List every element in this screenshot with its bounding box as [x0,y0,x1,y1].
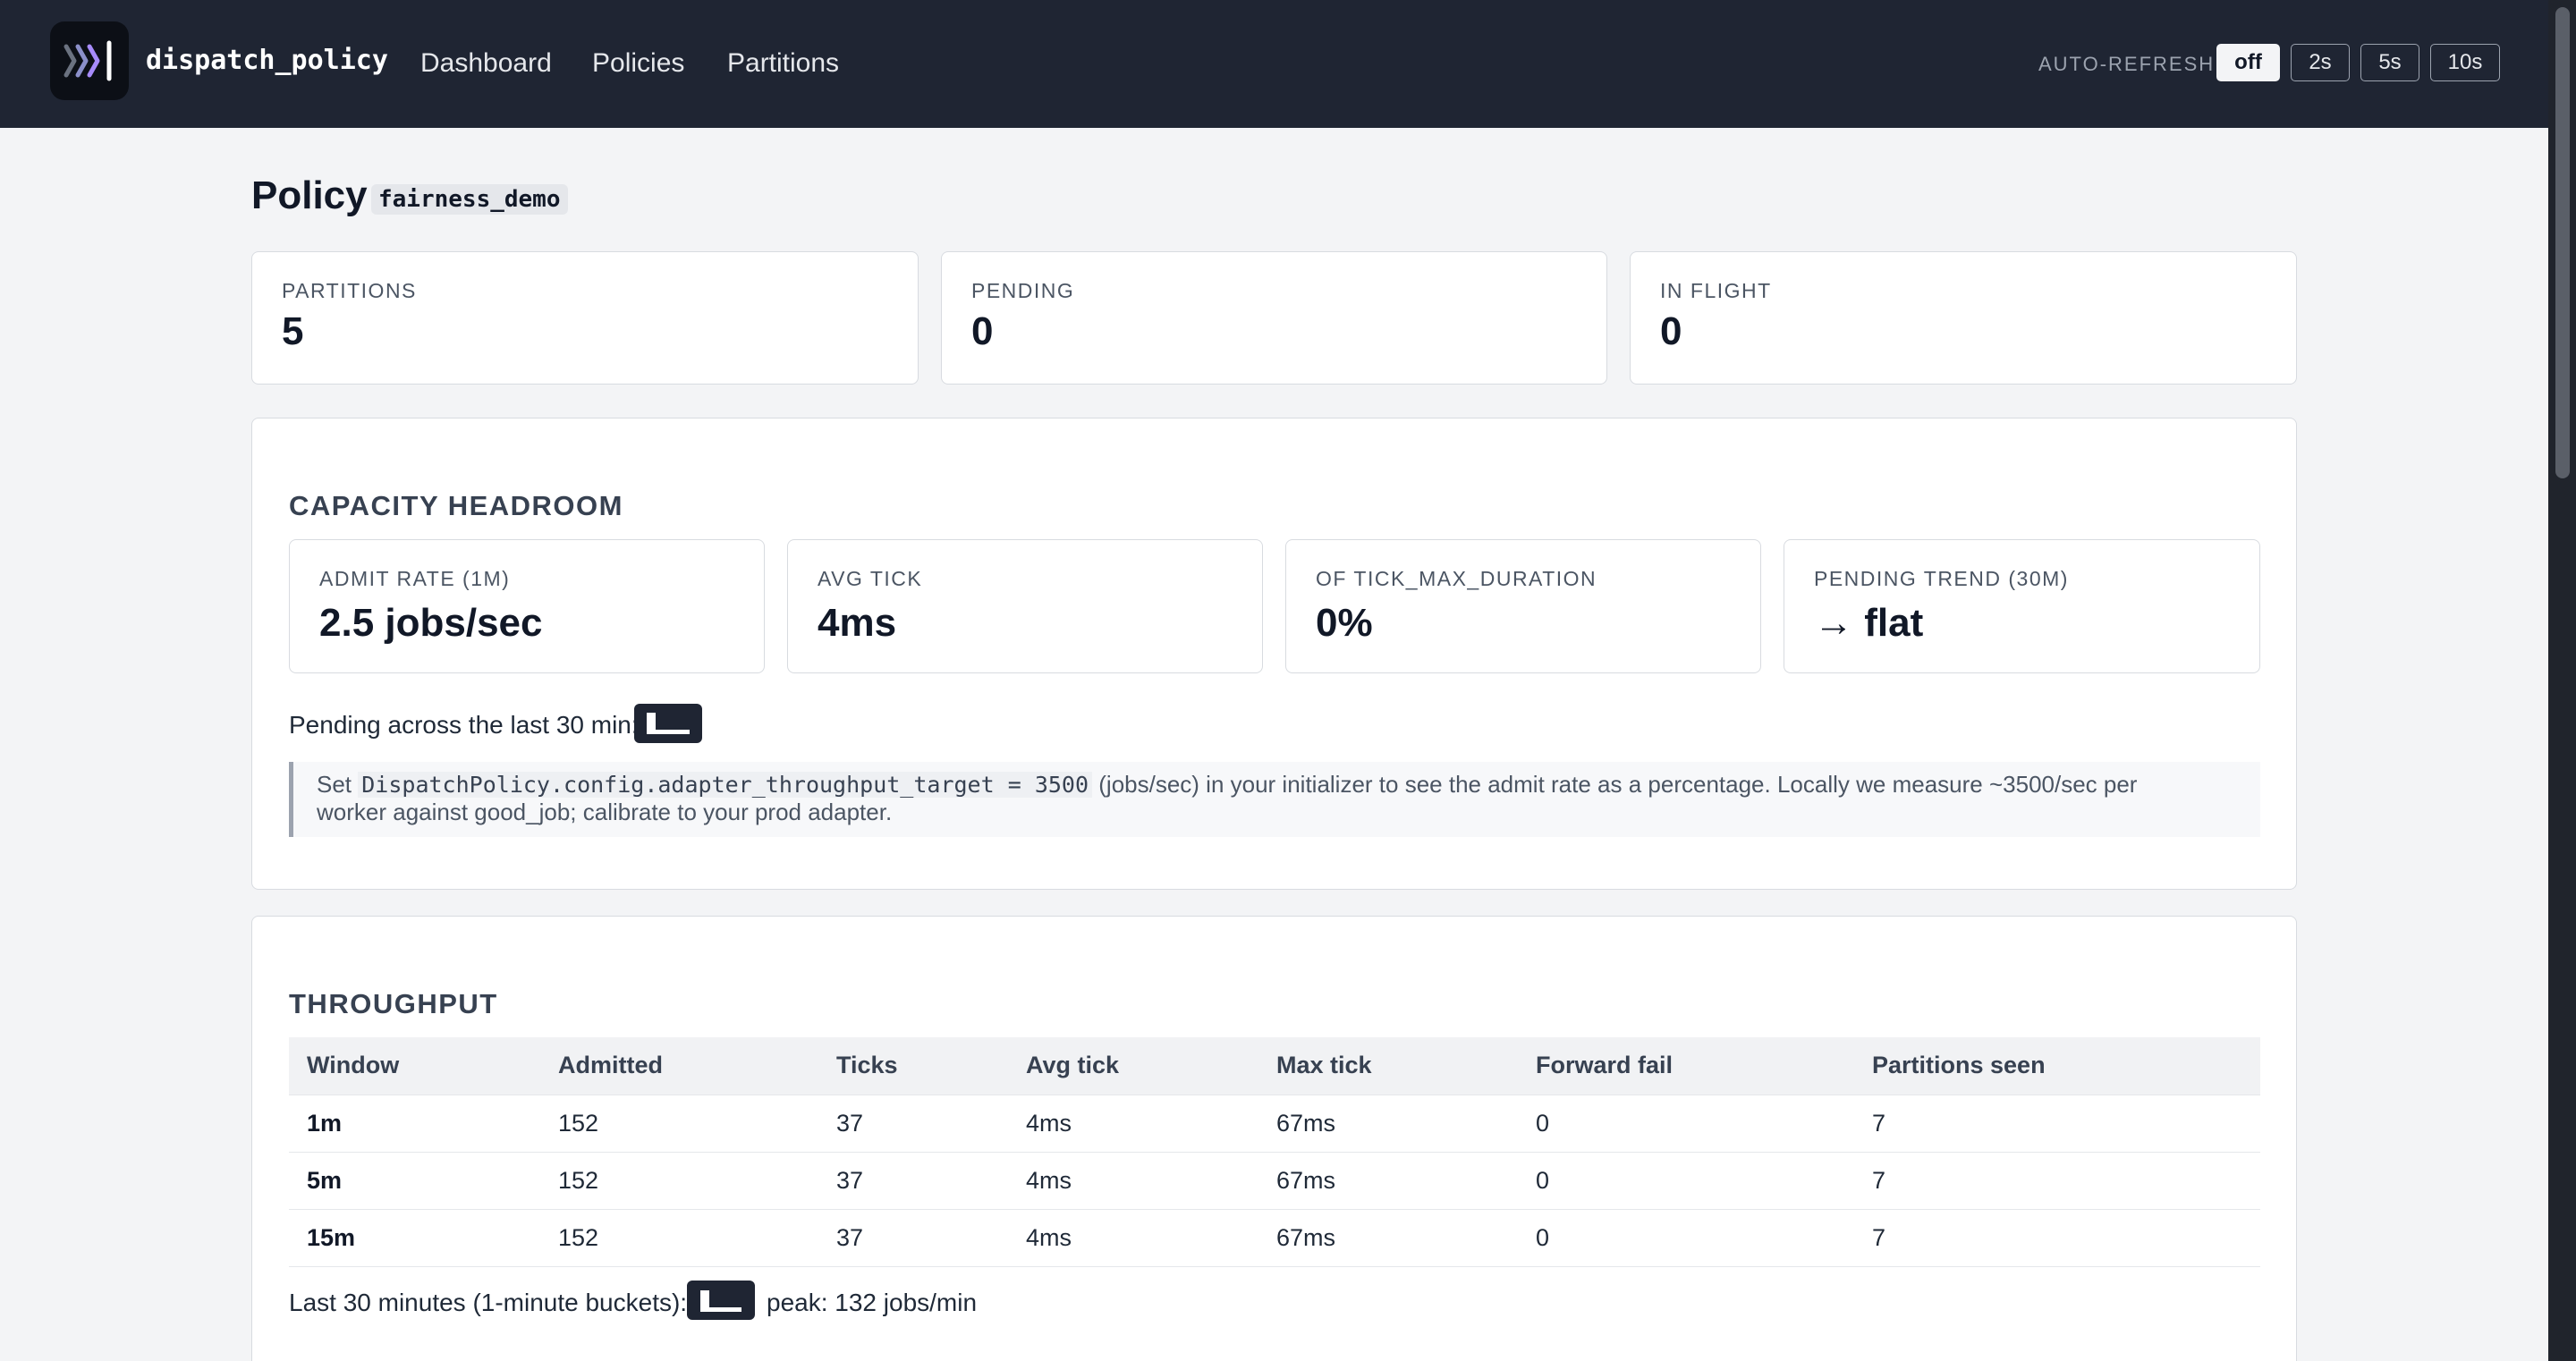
pending-sparkline-label: Pending across the last 30 min: [289,711,639,739]
app-logo[interactable] [50,21,129,100]
scrollbar-thumb[interactable] [2555,7,2570,478]
throughput-title: THROUGHPUT [289,988,498,1019]
auto-refresh-10s-button[interactable]: 10s [2430,44,2500,81]
column-header-ticks: Ticks [818,1037,1008,1095]
stat-card-partitions: PARTITIONS 5 [251,251,919,385]
cell-window: 15m [289,1209,540,1267]
logo-chevrons-icon [64,40,112,81]
nav-policies[interactable]: Policies [592,48,684,79]
stat-card-in-flight: IN FLIGHT 0 [1630,251,2297,385]
stat-label: IN FLIGHT [1660,279,1772,302]
stat-value: 0 [971,309,994,353]
throughput-sparkline [687,1281,755,1320]
stat-label: PARTITIONS [282,279,417,302]
cell-partitions-seen: 7 [1854,1209,2260,1267]
metric-value: 4ms [818,601,897,645]
auto-refresh-2s-button[interactable]: 2s [2291,44,2350,81]
note-prefix: Set [317,771,359,798]
cell-partitions-seen: 7 [1854,1152,2260,1210]
note-config-code: DispatchPolicy.config.adapter_throughput… [358,772,1093,798]
table-row: 5m 152 37 4ms 67ms 0 7 [289,1152,2260,1210]
note-text-continued: worker against good_job; calibrate to yo… [317,799,893,825]
policy-name: fairness_demo [371,184,568,215]
stat-label: PENDING [971,279,1075,302]
stat-value: 5 [282,309,304,353]
metric-card-pending-trend: PENDING TREND (30M) → flat [1784,539,2260,673]
metric-label: OF TICK_MAX_DURATION [1316,567,1597,590]
cell-forward-fail: 0 [1518,1152,1854,1210]
brand-name[interactable]: dispatch_policy [146,45,388,76]
table-row: 15m 152 37 4ms 67ms 0 7 [289,1209,2260,1267]
cell-forward-fail: 0 [1518,1209,1854,1267]
metric-label: ADMIT RATE (1M) [319,567,511,590]
cell-admitted: 152 [540,1152,818,1210]
page-title: Policy [251,173,368,217]
cell-max-tick: 67ms [1258,1095,1518,1153]
metric-card-tick-max-duration: OF TICK_MAX_DURATION 0% [1285,539,1761,673]
metric-value: → flat [1814,601,1924,645]
metric-card-avg-tick: AVG TICK 4ms [787,539,1263,673]
column-header-forward-fail: Forward fail [1518,1037,1854,1095]
metric-label: PENDING TREND (30M) [1814,567,2069,590]
throughput-peak: peak: 132 jobs/min [767,1289,978,1316]
metric-value: 0% [1316,601,1373,645]
cell-avg-tick: 4ms [1008,1152,1258,1210]
auto-refresh-off-button[interactable]: off [2216,44,2280,81]
table-row: 1m 152 37 4ms 67ms 0 7 [289,1095,2260,1153]
cell-max-tick: 67ms [1258,1152,1518,1210]
nav-partitions[interactable]: Partitions [727,48,839,79]
metric-card-admit-rate: ADMIT RATE (1M) 2.5 jobs/sec [289,539,765,673]
column-header-avg-tick: Avg tick [1008,1037,1258,1095]
cell-window: 1m [289,1095,540,1153]
pending-sparkline [634,704,702,743]
cell-admitted: 152 [540,1209,818,1267]
column-header-partitions-seen: Partitions seen [1854,1037,2260,1095]
cell-ticks: 37 [818,1209,1008,1267]
auto-refresh-5s-button[interactable]: 5s [2360,44,2419,81]
column-header-window: Window [289,1037,540,1095]
metric-value: 2.5 jobs/sec [319,601,543,645]
note-text: (jobs/sec) in your initializer to see th… [1092,771,2138,798]
cell-window: 5m [289,1152,540,1210]
cell-avg-tick: 4ms [1008,1095,1258,1153]
cell-ticks: 37 [818,1095,1008,1153]
throughput-target-note: Set DispatchPolicy.config.adapter_throug… [289,762,2260,837]
capacity-headroom-title: CAPACITY HEADROOM [289,490,623,521]
cell-avg-tick: 4ms [1008,1209,1258,1267]
cell-partitions-seen: 7 [1854,1095,2260,1153]
cell-max-tick: 67ms [1258,1209,1518,1267]
metric-label: AVG TICK [818,567,923,590]
throughput-table: Window Admitted Ticks Avg tick Max tick … [289,1037,2260,1267]
cell-forward-fail: 0 [1518,1095,1854,1153]
stat-card-pending: PENDING 0 [941,251,1607,385]
cell-admitted: 152 [540,1095,818,1153]
table-header-row: Window Admitted Ticks Avg tick Max tick … [289,1037,2260,1095]
column-header-max-tick: Max tick [1258,1037,1518,1095]
auto-refresh-label: AUTO-REFRESH [2038,53,2216,75]
cell-ticks: 37 [818,1152,1008,1210]
stat-value: 0 [1660,309,1682,353]
column-header-admitted: Admitted [540,1037,818,1095]
nav-dashboard[interactable]: Dashboard [420,48,552,79]
throughput-sparkline-label: Last 30 minutes (1-minute buckets): [289,1289,688,1316]
top-navbar: dispatch_policy Dashboard Policies Parti… [0,0,2548,128]
